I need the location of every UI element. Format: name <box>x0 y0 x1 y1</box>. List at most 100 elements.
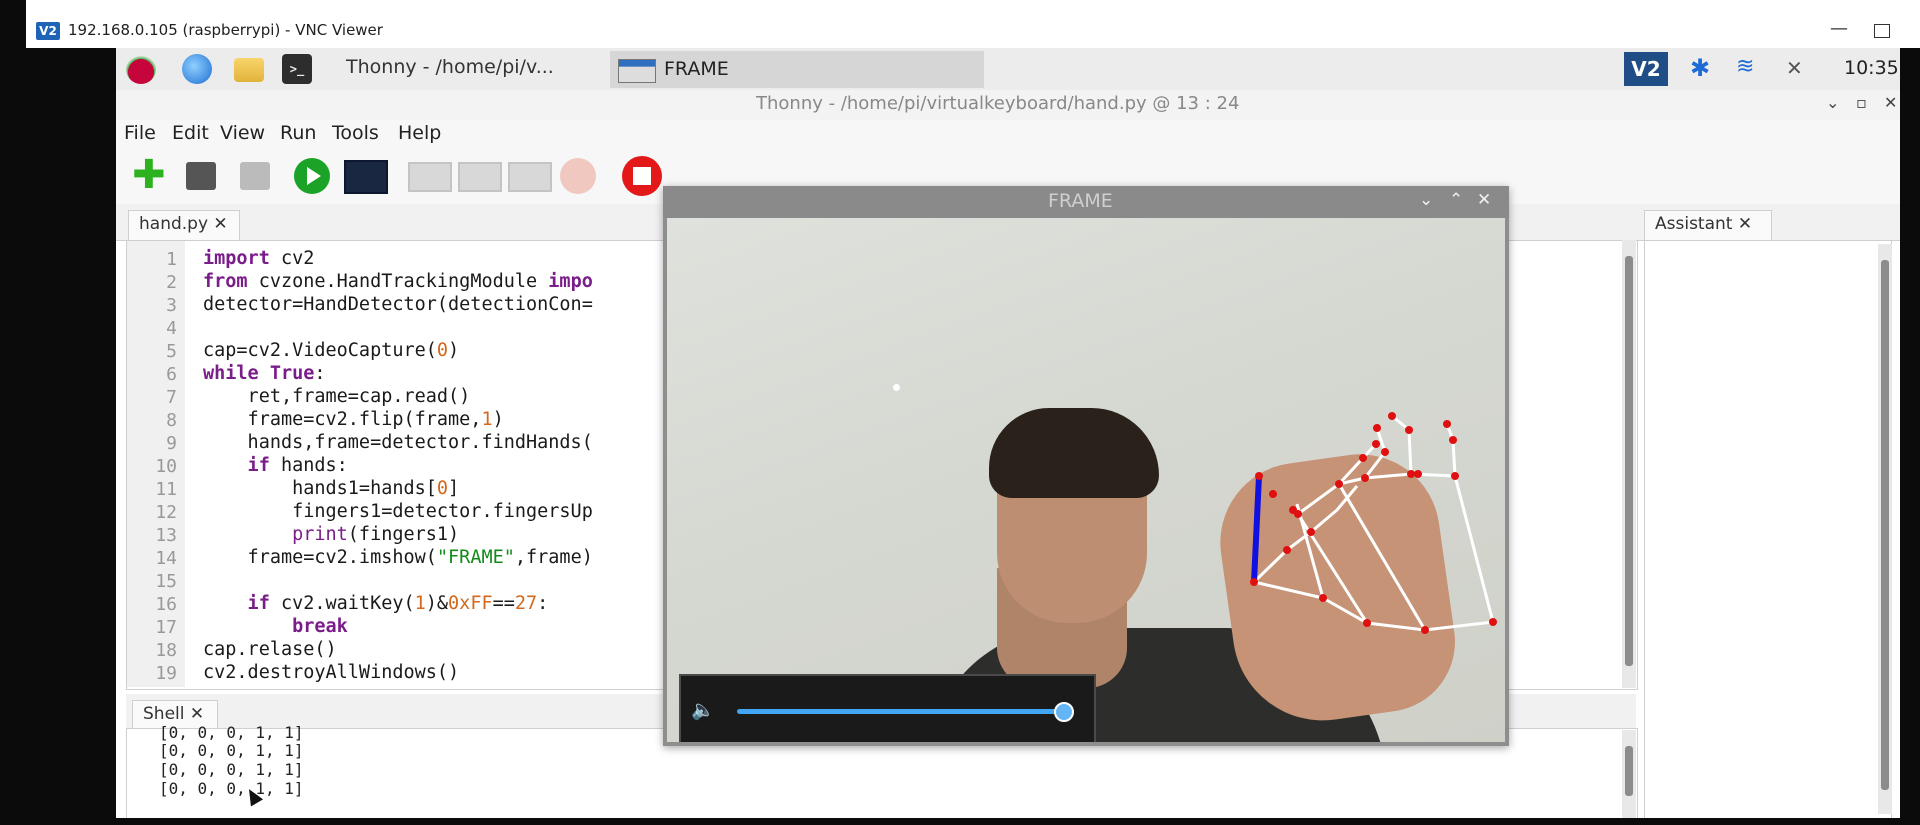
new-file-icon[interactable]: ✚ <box>132 152 168 198</box>
chevron-up-icon[interactable]: ⌃ <box>1449 190 1463 210</box>
keyword: while <box>203 363 259 384</box>
line-number: 11 <box>155 479 177 500</box>
number: 27 <box>514 593 538 614</box>
file-manager-icon[interactable] <box>234 58 264 82</box>
line-number: 15 <box>155 571 177 592</box>
vnc-minimize-button[interactable]: — <box>1830 18 1848 39</box>
code-line-1: import cv2 <box>203 248 314 269</box>
code-text: : <box>537 593 549 614</box>
code-text: frame=cv2.flip(frame, <box>203 409 482 430</box>
code-text: ,frame) <box>514 547 593 568</box>
menu-file[interactable]: File <box>124 122 156 144</box>
taskbar-thonny-task[interactable]: Thonny - /home/pi/v... <box>346 56 636 84</box>
code-text: hands: <box>269 455 348 476</box>
scrollbar-thumb[interactable] <box>1881 260 1889 790</box>
menu-view[interactable]: View <box>220 122 265 144</box>
code-text: (fingers1) <box>347 524 460 545</box>
wifi-icon[interactable]: ≋ <box>1736 54 1754 79</box>
number: 1 <box>481 409 493 430</box>
vnc-tray-icon[interactable]: V2 <box>1624 52 1668 86</box>
scrollbar-thumb[interactable] <box>1625 256 1633 666</box>
taskbar: >_ Thonny - /home/pi/v... FRAME V2 ✱ ≋ ✕… <box>116 48 1900 90</box>
vnc-border-bottom <box>0 818 1920 825</box>
resume-icon[interactable] <box>560 158 596 194</box>
menu-help[interactable]: Help <box>398 122 441 144</box>
chevron-down-icon[interactable]: ⌄ <box>1419 190 1433 210</box>
shell-output-line: [0, 0, 0, 1, 1] <box>159 723 304 742</box>
line-number: 14 <box>155 548 177 569</box>
shell-output-line: [0, 0, 0, 1, 1] <box>159 760 304 779</box>
line-number: 19 <box>155 663 177 684</box>
terminal-icon[interactable]: >_ <box>282 54 312 84</box>
volume-muted-icon[interactable]: ✕ <box>1786 56 1803 80</box>
hand-landmarks <box>1250 412 1497 634</box>
run-icon[interactable] <box>294 158 330 194</box>
stop-icon[interactable] <box>622 156 662 196</box>
code-line-14: frame=cv2.imshow("FRAME",frame) <box>203 547 593 568</box>
step-over-icon[interactable] <box>408 162 452 192</box>
code-line-10: if hands: <box>203 455 348 476</box>
save-file-icon[interactable] <box>240 162 270 190</box>
code-line-11: hands1=hands[0] <box>203 478 459 499</box>
line-number: 4 <box>166 318 177 339</box>
open-file-icon[interactable] <box>186 162 216 190</box>
editor-scrollbar[interactable] <box>1622 240 1636 688</box>
assistant-tabbar: Assistant ✕ <box>1640 204 1900 241</box>
keyword: if <box>203 455 270 476</box>
seek-slider-thumb[interactable] <box>1054 702 1075 722</box>
code-line-5: cap=cv2.VideoCapture(0) <box>203 340 459 361</box>
code-text: cvzone.HandTrackingModule <box>247 271 549 292</box>
code-text: cap=cv2.VideoCapture( <box>203 340 437 361</box>
clock[interactable]: 10:35 <box>1844 57 1899 79</box>
code-line-7: ret,frame=cap.read() <box>203 386 471 407</box>
line-number: 18 <box>155 640 177 661</box>
browser-icon[interactable] <box>182 54 212 84</box>
thonny-window-title: Thonny - /home/pi/virtualkeyboard/hand.p… <box>756 93 1240 114</box>
line-number: 12 <box>155 502 177 523</box>
window-icon <box>618 59 656 83</box>
frame-window: FRAME ⌄ ⌃ ✕ 🔈 <box>663 186 1509 746</box>
debug-icon[interactable] <box>344 160 388 194</box>
keyword: from <box>203 271 248 292</box>
code-text: hands1=hands[ <box>203 478 437 499</box>
step-into-icon[interactable] <box>458 162 502 192</box>
code-line-13: print(fingers1) <box>203 524 459 545</box>
code-line-16: if cv2.waitKey(1)&0xFF==27: <box>203 593 549 614</box>
code-text: frame=cv2.imshow( <box>203 547 437 568</box>
line-number: 3 <box>166 295 177 316</box>
scrollbar-thumb[interactable] <box>1625 746 1633 796</box>
frame-titlebar[interactable]: FRAME ⌄ ⌃ ✕ <box>663 186 1509 218</box>
vnc-border-right <box>1900 48 1920 825</box>
assistant-scrollbar[interactable] <box>1878 244 1892 814</box>
line-number: 7 <box>166 387 177 408</box>
line-number: 9 <box>166 433 177 454</box>
taskbar-frame-task[interactable]: FRAME <box>610 51 984 88</box>
menu-tools[interactable]: Tools <box>332 122 379 144</box>
code-line-18: cap.relase() <box>203 639 337 660</box>
number: 1 <box>414 593 426 614</box>
raspberry-menu-icon[interactable] <box>126 54 156 84</box>
menu-edit[interactable]: Edit <box>172 122 209 144</box>
string: "FRAME" <box>436 547 515 568</box>
line-number: 5 <box>166 341 177 362</box>
code-line-19: cv2.destroyAllWindows() <box>203 662 460 683</box>
maximize-icon[interactable]: ▫ <box>1856 93 1867 112</box>
volume-icon[interactable]: 🔈 <box>691 698 715 721</box>
seek-slider[interactable] <box>737 709 1069 714</box>
assistant-panel <box>1644 240 1892 820</box>
vnc-maximize-button[interactable] <box>1874 24 1890 38</box>
code-line-3: detector=HandDetector(detectionCon= <box>203 294 593 315</box>
chevron-down-icon[interactable]: ⌄ <box>1826 93 1839 112</box>
line-number: 13 <box>155 525 177 546</box>
menu-run[interactable]: Run <box>280 122 316 144</box>
step-out-icon[interactable] <box>508 162 552 192</box>
shell-output-line: [0, 0, 0, 1, 1] <box>159 779 304 798</box>
shell-scrollbar[interactable] <box>1622 730 1636 818</box>
tab-assistant[interactable]: Assistant ✕ <box>1644 210 1772 240</box>
tab-hand-py[interactable]: hand.py ✕ <box>128 210 240 240</box>
bluetooth-icon[interactable]: ✱ <box>1690 54 1710 82</box>
code-line-9: hands,frame=detector.findHands( <box>203 432 593 453</box>
close-icon[interactable]: ✕ <box>1477 190 1491 210</box>
close-icon[interactable]: ✕ <box>1884 93 1897 112</box>
line-number: 8 <box>166 410 177 431</box>
